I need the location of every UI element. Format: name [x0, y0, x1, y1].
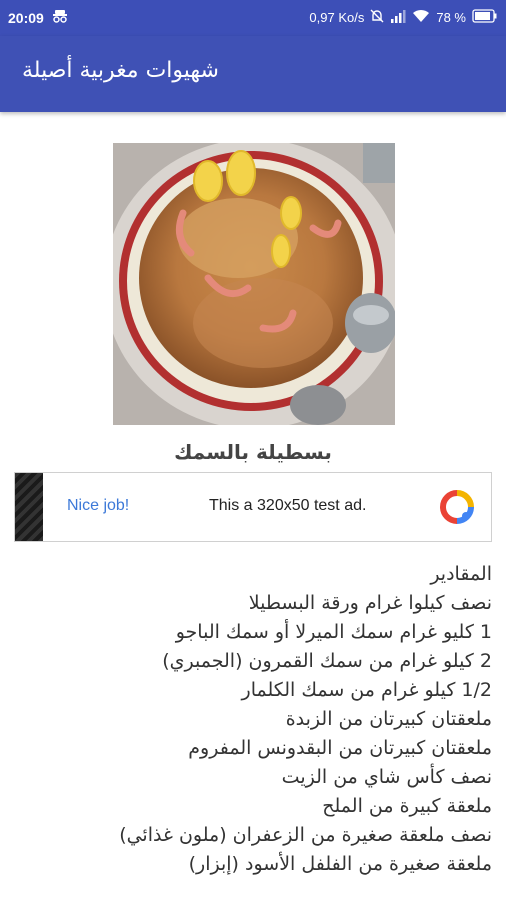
ad-logo-icon [439, 489, 475, 525]
ingredients-list: المقادير نصف كيلوا غرام ورقة البسطيلا 1 … [12, 560, 492, 879]
network-speed: 0,97 Ko/s [309, 10, 365, 25]
wifi-icon [412, 9, 430, 26]
ingredient-item: نصف كأس شاي من الزيت [281, 766, 492, 788]
ad-stripe [15, 473, 43, 541]
status-time: 20:09 [8, 9, 44, 26]
ingredient-item: 1 كليو غرام سمك الميرلا أو سمك الباجو [175, 621, 492, 643]
battery-percent: 78 % [436, 10, 466, 25]
app-bar: شهيوات مغربية أصيلة [0, 36, 506, 112]
status-bar: 20:09 0,97 Ko/s 78 % [0, 0, 506, 36]
ingredient-item: نصف كيلوا غرام ورقة البسطيلا [248, 592, 492, 614]
ingredient-item: ملعقتان كبيرتان من الزبدة [285, 708, 492, 730]
incognito-icon [52, 9, 68, 26]
ingredient-item: ملعقتان كبيرتان من البقدونس المفروم [188, 737, 492, 759]
signal-icon [390, 9, 406, 26]
ingredient-item: نصف ملعقة صغيرة من الزعفران (ملون غذائي) [119, 824, 492, 846]
recipe-title: بسطيلة بالسمك [174, 440, 332, 464]
ad-test-text: This a 320x50 test ad. [209, 497, 367, 514]
ingredient-item: ملعقة كبيرة من الملح [322, 795, 492, 817]
ingredient-item: 1/2 كيلو غرام من سمك الكلمار [241, 679, 492, 701]
mute-icon [370, 9, 384, 26]
ad-nice-job-text: Nice job! [67, 497, 130, 514]
ingredient-item: ملعقة صغيرة من الفلفل الأسود (إبزار) [188, 853, 492, 875]
app-title: شهيوات مغربية أصيلة [22, 58, 219, 83]
ingredient-item: 2 كيلو غرام من سمك القمرون (الجمبري) [162, 650, 492, 672]
ingredients-heading: المقادير [430, 563, 492, 585]
battery-icon [472, 9, 498, 26]
ad-banner[interactable]: Nice job! This a 320x50 test ad. [14, 472, 492, 542]
recipe-image [113, 143, 395, 425]
